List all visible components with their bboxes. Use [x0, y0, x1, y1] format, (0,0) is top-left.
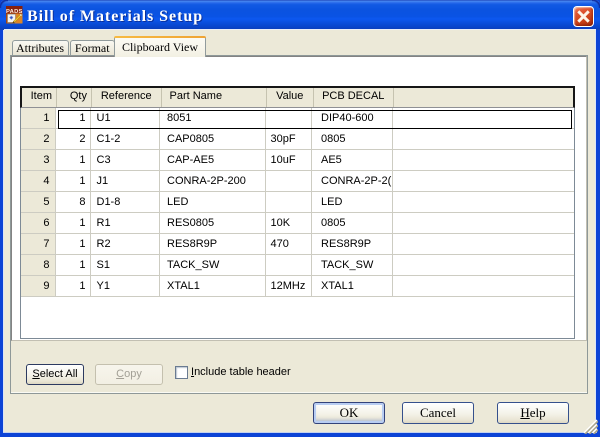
svg-text:PADS: PADS	[6, 8, 22, 14]
